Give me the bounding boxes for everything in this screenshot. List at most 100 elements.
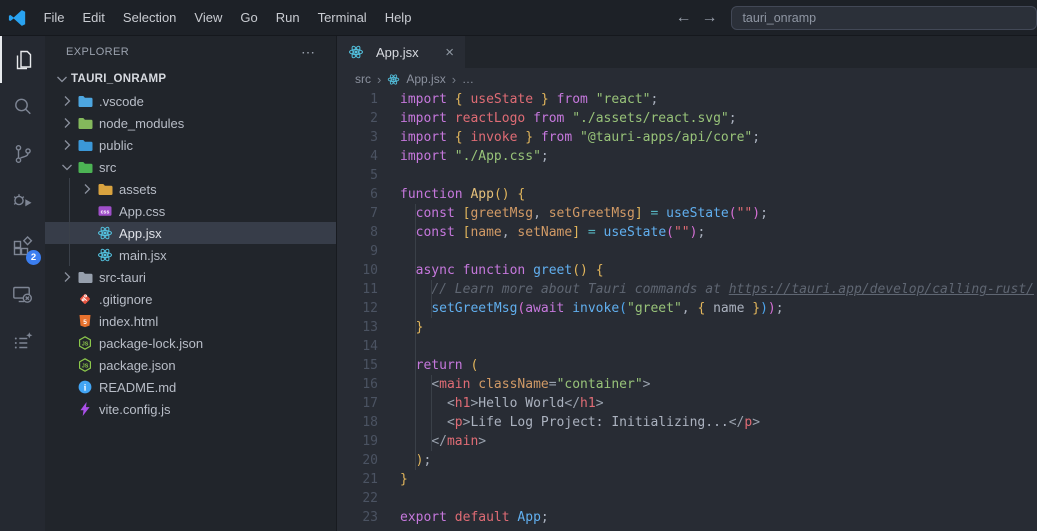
code-line-19[interactable]: 19 </main> xyxy=(337,432,1037,451)
code-line-5[interactable]: 5 xyxy=(337,166,1037,185)
code-line-15[interactable]: 15 return ( xyxy=(337,356,1037,375)
line-number: 5 xyxy=(370,168,378,183)
code-line-4[interactable]: 4 import "./App.css"; xyxy=(337,147,1037,166)
tree-item-main-jsx[interactable]: main.jsx xyxy=(45,244,336,266)
line-number: 18 xyxy=(362,415,378,430)
code-line-6[interactable]: 6 function App() { xyxy=(337,185,1037,204)
line-text: import { useState } from "react"; xyxy=(400,92,659,107)
tree-item-label: public xyxy=(99,137,133,153)
svg-text:JS: JS xyxy=(82,363,89,369)
tree-item-public[interactable]: public xyxy=(45,134,336,156)
code-line-21[interactable]: 21} xyxy=(337,470,1037,489)
activity-bar: 2 xyxy=(0,36,45,531)
tree-root-tauri-onramp[interactable]: TAURI_ONRAMP xyxy=(45,68,336,90)
breadcrumb-item-2[interactable]: … xyxy=(462,72,474,86)
breadcrumb: src › App.jsx ›… xyxy=(337,68,1037,90)
tree-item-app-css[interactable]: css App.css xyxy=(45,200,336,222)
tree-item-assets[interactable]: assets xyxy=(45,178,336,200)
tree-item--vscode[interactable]: .vscode xyxy=(45,90,336,112)
tree-root-label: TAURI_ONRAMP xyxy=(71,73,167,85)
code-line-17[interactable]: 17 <h1>Hello World</h1> xyxy=(337,394,1037,413)
tree-item-label: vite.config.js xyxy=(99,401,171,417)
code-line-16[interactable]: 16 <main className="container"> xyxy=(337,375,1037,394)
code-line-14[interactable]: 14 xyxy=(337,337,1037,356)
line-number: 10 xyxy=(362,263,378,278)
tree-item--gitignore[interactable]: .gitignore xyxy=(45,288,336,310)
line-number: 16 xyxy=(362,377,378,392)
activity-checklist[interactable] xyxy=(0,318,45,365)
menu-run[interactable]: Run xyxy=(267,6,309,29)
tree-item-package-json[interactable]: JS package.json xyxy=(45,354,336,376)
code-line-13[interactable]: 13 } xyxy=(337,318,1037,337)
react-icon xyxy=(387,73,400,86)
explorer-more-actions-icon[interactable]: ⋯ xyxy=(301,44,316,61)
activity-extensions[interactable]: 2 xyxy=(0,224,45,271)
folder-icon xyxy=(76,159,94,175)
tree-item-vite-config-js[interactable]: vite.config.js xyxy=(45,398,336,420)
line-number: 11 xyxy=(362,282,378,297)
tree-indent-guide xyxy=(69,178,70,266)
activity-explorer[interactable] xyxy=(0,36,45,83)
code-line-12[interactable]: 12 setGreetMsg(await invoke("greet", { n… xyxy=(337,299,1037,318)
debug-icon xyxy=(13,194,32,207)
code-line-9[interactable]: 9 xyxy=(337,242,1037,261)
code-line-11[interactable]: 11 // Learn more about Tauri commands at… xyxy=(337,280,1037,299)
menu-file[interactable]: File xyxy=(35,6,74,29)
tree-item-app-jsx[interactable]: App.jsx xyxy=(45,222,336,244)
code-line-20[interactable]: 20 ); xyxy=(337,451,1037,470)
code-line-1[interactable]: 1 import { useState } from "react"; xyxy=(337,90,1037,109)
menu-view[interactable]: View xyxy=(185,6,231,29)
line-number: 13 xyxy=(362,320,378,335)
folder-icon xyxy=(76,93,94,109)
activity-run-debug[interactable] xyxy=(0,177,45,224)
explorer-sidebar: EXPLORER ⋯ TAURI_ONRAMP .vscode node_modul… xyxy=(45,36,337,531)
indent-guide xyxy=(415,204,416,470)
tree-item-label: node_modules xyxy=(99,115,185,131)
line-text: async function greet() { xyxy=(415,263,604,278)
menu-go[interactable]: Go xyxy=(231,6,266,29)
git-icon xyxy=(76,291,94,307)
folder-icon xyxy=(76,115,94,131)
bolt-icon xyxy=(76,401,94,417)
line-number: 22 xyxy=(362,491,378,506)
svg-text:css: css xyxy=(101,209,110,215)
menu-edit[interactable]: Edit xyxy=(74,6,114,29)
code-line-22[interactable]: 22 xyxy=(337,489,1037,508)
code-line-23[interactable]: 23 export default App; xyxy=(337,508,1037,527)
tab-app-jsx[interactable]: App.jsx × xyxy=(337,36,465,68)
code-line-18[interactable]: 18 <p>Life Log Project: Initializing...<… xyxy=(337,413,1037,432)
code-area[interactable]: 1 import { useState } from "react"; 2 impor… xyxy=(337,90,1037,531)
nav-back-icon[interactable]: ← xyxy=(675,9,691,27)
line-number: 19 xyxy=(362,434,378,449)
tree-item-node-modules[interactable]: node_modules xyxy=(45,112,336,134)
code-line-2[interactable]: 2 import reactLogo from "./assets/react.s… xyxy=(337,109,1037,128)
code-line-10[interactable]: 10 async function greet() { xyxy=(337,261,1037,280)
code-line-8[interactable]: 8 const [name, setName] = useState(""); xyxy=(337,223,1037,242)
command-center-search-input[interactable] xyxy=(731,5,1037,30)
activity-source-control[interactable] xyxy=(0,130,45,177)
files-icon xyxy=(16,50,32,70)
breadcrumb-item-1[interactable]: App.jsx xyxy=(406,72,445,86)
activity-search[interactable] xyxy=(0,83,45,130)
menu-terminal[interactable]: Terminal xyxy=(309,6,376,29)
nav-forward-icon[interactable]: → xyxy=(701,9,717,27)
line-text: ); xyxy=(415,453,432,468)
chevron-right-icon xyxy=(58,269,76,285)
tree-item-readme-md[interactable]: i README.md xyxy=(45,376,336,398)
tree-item-package-lock-json[interactable]: JS package-lock.json xyxy=(45,332,336,354)
line-text: export default App; xyxy=(400,510,549,525)
breadcrumb-item-0[interactable]: src xyxy=(355,72,371,86)
code-line-7[interactable]: 7 const [greetMsg, setGreetMsg] = useSta… xyxy=(337,204,1037,223)
tree-item-src-tauri[interactable]: src-tauri xyxy=(45,266,336,288)
tree-item-index-html[interactable]: 5 index.html xyxy=(45,310,336,332)
tab-close-icon[interactable]: × xyxy=(442,44,457,61)
menu-help[interactable]: Help xyxy=(376,6,421,29)
chevron-right-icon xyxy=(78,181,96,197)
activity-remote-explorer[interactable] xyxy=(0,271,45,318)
vscode-logo-icon xyxy=(0,8,35,28)
svg-text:JS: JS xyxy=(82,341,89,347)
tree-item-src[interactable]: src xyxy=(45,156,336,178)
code-line-3[interactable]: 3 import { invoke } from "@tauri-apps/api… xyxy=(337,128,1037,147)
line-number: 17 xyxy=(362,396,378,411)
menu-selection[interactable]: Selection xyxy=(114,6,185,29)
